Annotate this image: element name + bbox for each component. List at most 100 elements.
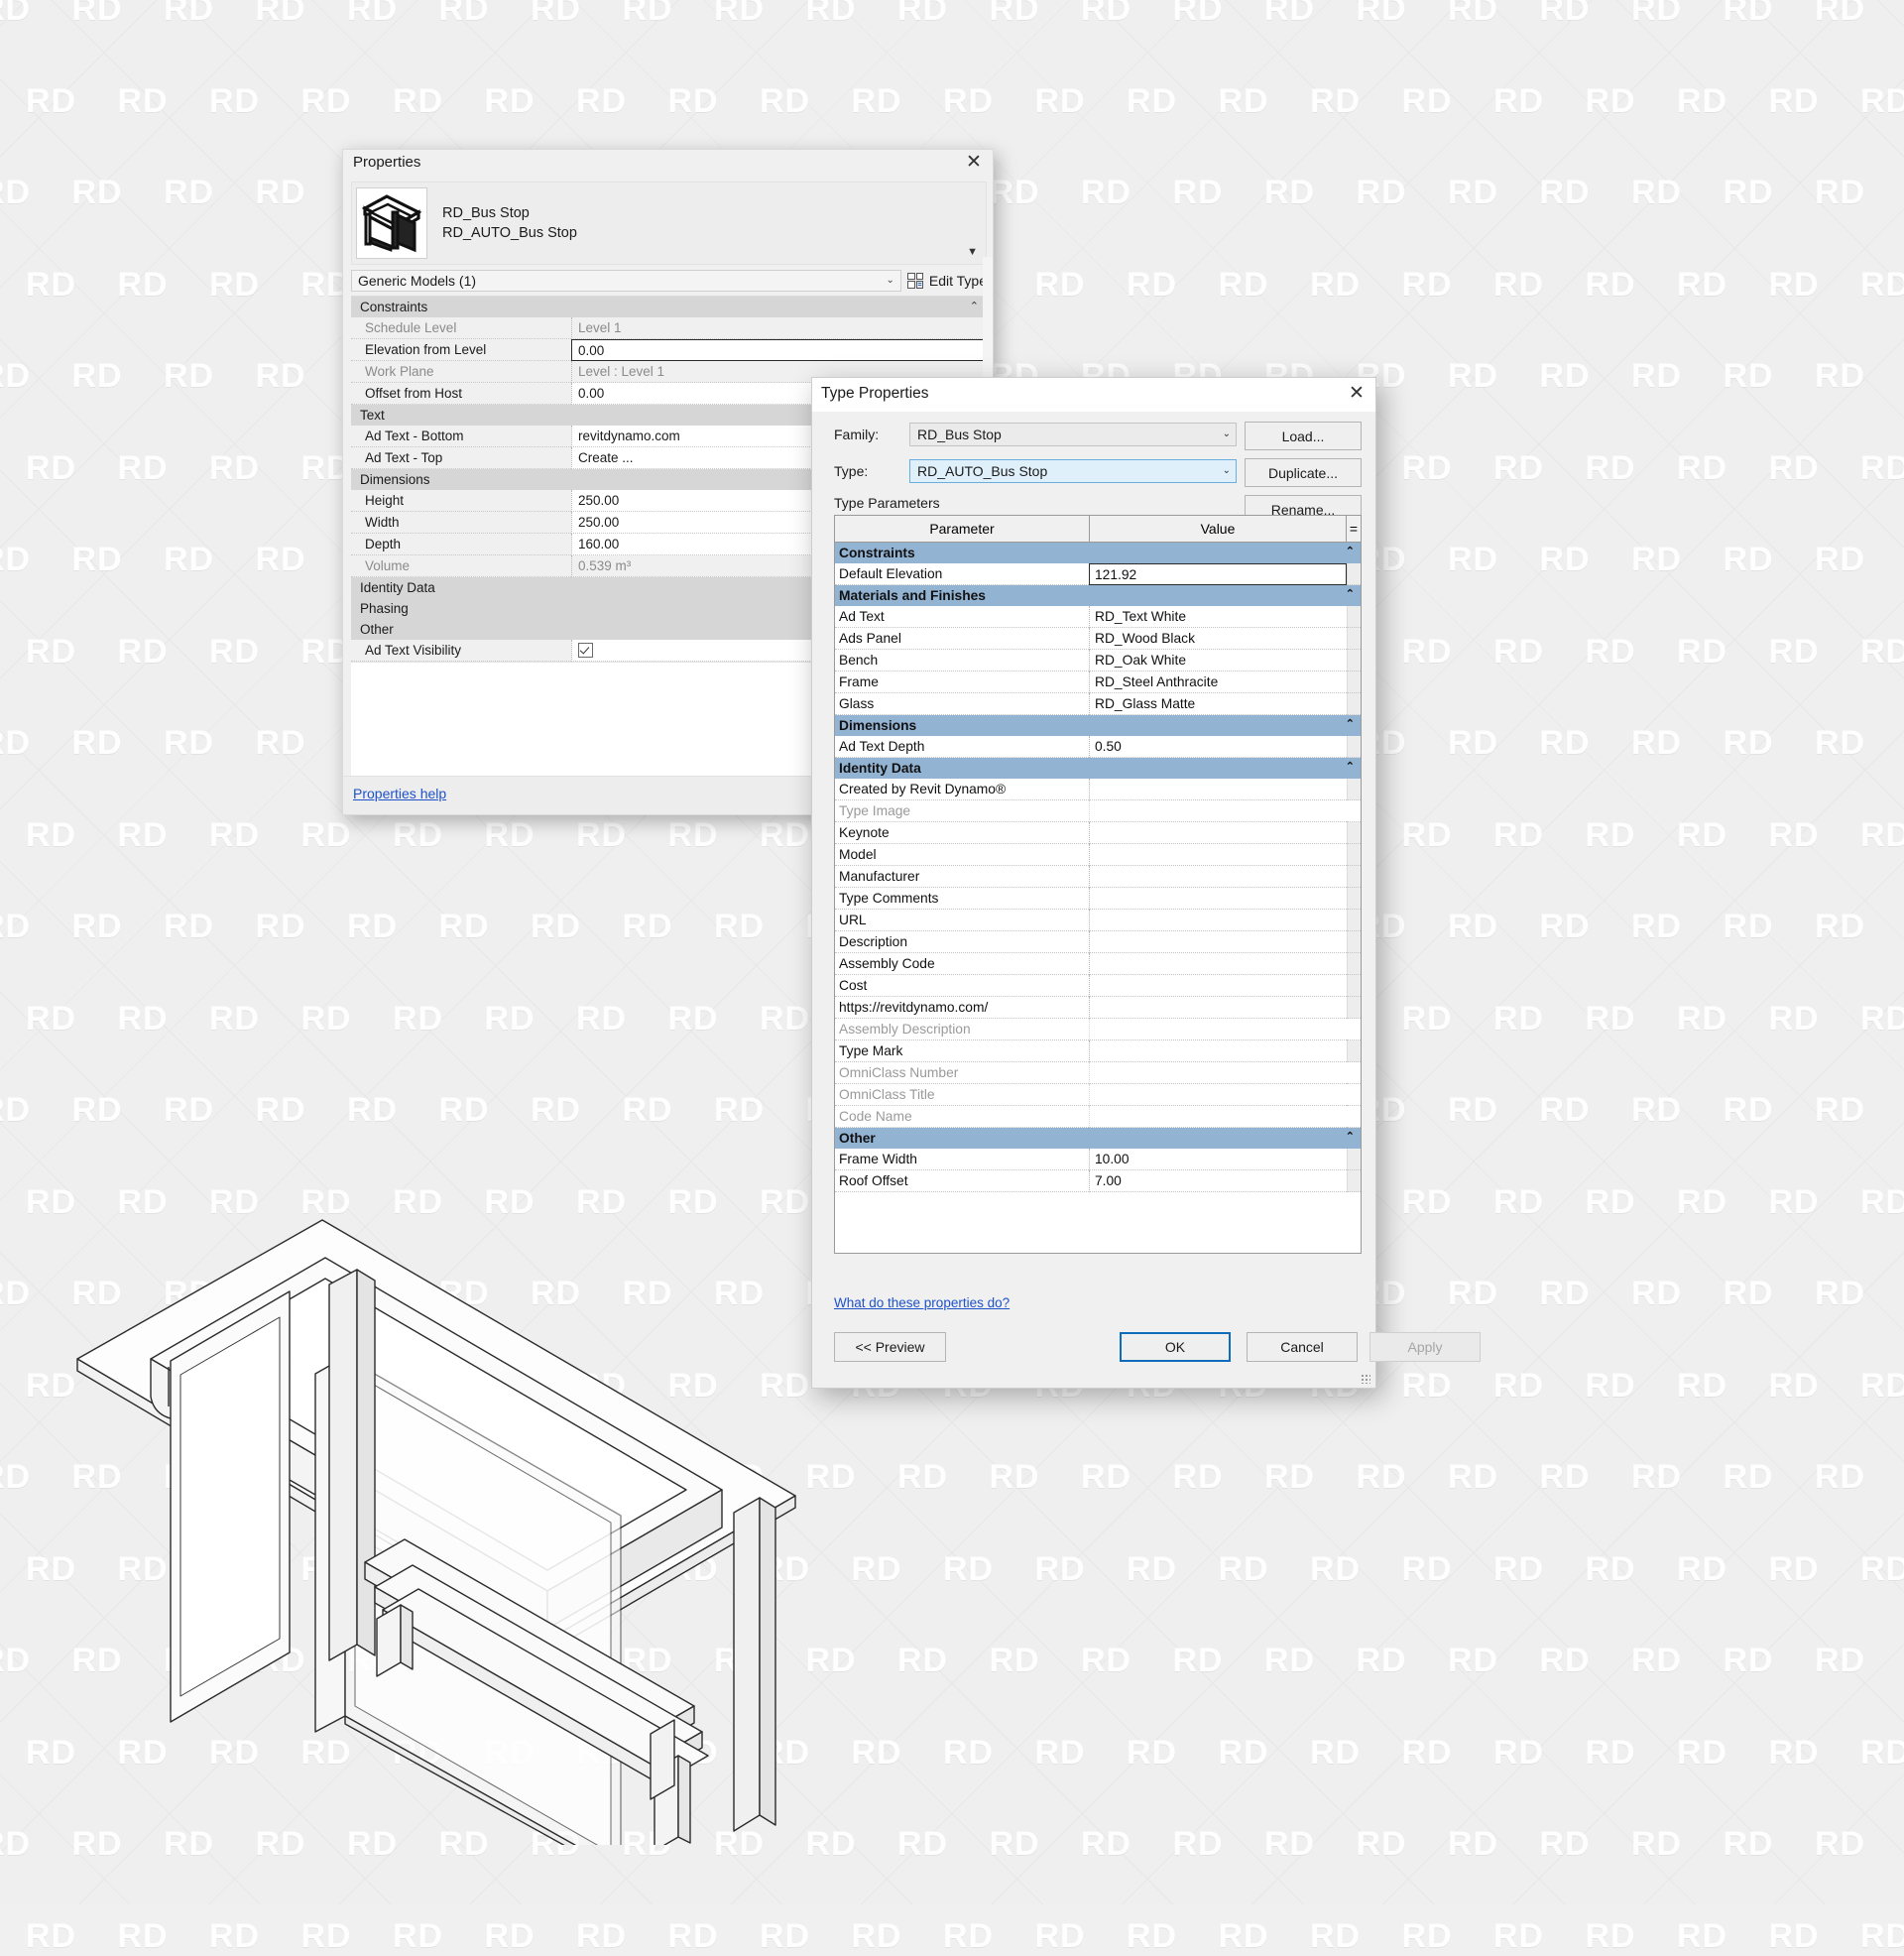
type-parameter-lock-cell[interactable] <box>1347 779 1361 800</box>
resize-grip-icon[interactable] <box>1361 1374 1370 1384</box>
preview-button[interactable]: << Preview <box>834 1332 946 1362</box>
type-parameter-value[interactable] <box>1089 822 1347 844</box>
type-parameter-row[interactable]: Roof Offset 7.00 <box>835 1170 1361 1192</box>
properties-row[interactable]: Elevation from Level 0.00 <box>351 339 987 361</box>
chevron-down-icon[interactable]: ▼ <box>967 246 978 258</box>
type-parameter-lock-cell[interactable] <box>1347 563 1361 585</box>
type-parameter-value[interactable] <box>1089 931 1347 953</box>
type-parameter-lock-cell[interactable] <box>1347 672 1361 693</box>
type-parameter-value[interactable] <box>1089 779 1347 800</box>
type-parameter-row[interactable]: Glass RD_Glass Matte <box>835 693 1361 715</box>
parameter-value-cell[interactable]: 0.00 <box>571 339 987 361</box>
type-parameter-lock-cell[interactable] <box>1347 628 1361 650</box>
type-parameter-lock-cell[interactable] <box>1347 606 1361 628</box>
type-parameter-row[interactable]: Manufacturer <box>835 866 1361 888</box>
edit-type-button[interactable]: Edit Type <box>906 273 987 289</box>
type-parameter-row[interactable]: Type Image <box>835 800 1361 822</box>
close-icon[interactable]: ✕ <box>963 153 985 175</box>
type-parameter-lock-cell[interactable] <box>1347 1106 1361 1128</box>
load-button[interactable]: Load... <box>1245 422 1362 450</box>
type-parameter-value[interactable]: 121.92 <box>1089 563 1347 585</box>
chevron-down-icon[interactable]: ⌄ <box>1223 465 1231 476</box>
properties-row[interactable]: Schedule Level Level 1 <box>351 317 987 339</box>
type-parameter-lock-cell[interactable] <box>1347 800 1361 822</box>
type-parameter-value[interactable] <box>1089 1040 1347 1062</box>
type-parameter-lock-cell[interactable] <box>1347 1019 1361 1040</box>
chevron-down-icon[interactable]: ⌄ <box>1223 428 1231 439</box>
type-parameter-row[interactable]: Model <box>835 844 1361 866</box>
type-parameter-section-header[interactable]: Constraints ⌃ <box>835 543 1361 563</box>
type-parameter-row[interactable]: Bench RD_Oak White <box>835 650 1361 672</box>
type-parameter-lock-cell[interactable] <box>1347 953 1361 975</box>
type-parameter-row[interactable]: Ads Panel RD_Wood Black <box>835 628 1361 650</box>
type-parameter-value[interactable]: RD_Steel Anthracite <box>1089 672 1347 693</box>
properties-help-link[interactable]: Properties help <box>353 786 446 801</box>
type-parameter-lock-cell[interactable] <box>1347 736 1361 758</box>
type-parameter-lock-cell[interactable] <box>1347 1170 1361 1192</box>
type-parameter-lock-cell[interactable] <box>1347 1040 1361 1062</box>
type-parameter-value[interactable] <box>1089 866 1347 888</box>
family-combobox[interactable]: RD_Bus Stop ⌄ <box>909 423 1237 446</box>
type-parameter-lock-cell[interactable] <box>1347 693 1361 715</box>
chevron-up-icon[interactable]: ⌃ <box>1346 717 1355 730</box>
type-parameter-row[interactable]: Type Comments <box>835 888 1361 910</box>
type-parameter-value[interactable] <box>1089 1084 1347 1106</box>
type-parameter-row[interactable]: OmniClass Number <box>835 1062 1361 1084</box>
type-parameter-value[interactable] <box>1089 975 1347 997</box>
type-parameter-value[interactable] <box>1089 910 1347 931</box>
ok-button[interactable]: OK <box>1120 1332 1231 1362</box>
type-parameter-lock-cell[interactable] <box>1347 822 1361 844</box>
type-parameter-row[interactable]: URL <box>835 910 1361 931</box>
type-parameter-lock-cell[interactable] <box>1347 844 1361 866</box>
type-parameter-value[interactable] <box>1089 800 1347 822</box>
type-parameter-row[interactable]: https://revitdynamo.com/ <box>835 997 1361 1019</box>
type-parameter-value[interactable]: RD_Text White <box>1089 606 1347 628</box>
type-parameter-section-header[interactable]: Dimensions ⌃ <box>835 715 1361 736</box>
type-parameter-lock-cell[interactable] <box>1347 866 1361 888</box>
chevron-up-icon[interactable]: ⌃ <box>1346 1130 1355 1143</box>
duplicate-button[interactable]: Duplicate... <box>1245 458 1362 487</box>
parameter-value-cell[interactable]: Level 1 <box>571 317 987 339</box>
type-parameter-lock-cell[interactable] <box>1347 975 1361 997</box>
type-parameter-row[interactable]: Default Elevation 121.92 <box>835 563 1361 585</box>
chevron-up-icon[interactable]: ⌃ <box>970 300 979 312</box>
type-parameter-section-header[interactable]: Other ⌃ <box>835 1128 1361 1149</box>
type-parameter-row[interactable]: Keynote <box>835 822 1361 844</box>
close-icon[interactable]: ✕ <box>1345 383 1368 405</box>
type-parameter-row[interactable]: Type Mark <box>835 1040 1361 1062</box>
type-parameter-value[interactable]: RD_Oak White <box>1089 650 1347 672</box>
type-parameter-value[interactable]: 10.00 <box>1089 1149 1347 1170</box>
type-parameter-value[interactable]: RD_Glass Matte <box>1089 693 1347 715</box>
type-parameter-value[interactable]: 7.00 <box>1089 1170 1347 1192</box>
type-parameter-row[interactable]: Description <box>835 931 1361 953</box>
chevron-up-icon[interactable]: ⌃ <box>1346 545 1355 557</box>
type-parameter-lock-cell[interactable] <box>1347 1062 1361 1084</box>
chevron-up-icon[interactable]: ⌃ <box>1346 760 1355 773</box>
type-parameter-value[interactable] <box>1089 1019 1347 1040</box>
properties-type-selector-box[interactable]: RD_Bus Stop RD_AUTO_Bus Stop ▼ <box>351 182 987 265</box>
type-parameter-value[interactable] <box>1089 844 1347 866</box>
type-parameter-value[interactable] <box>1089 888 1347 910</box>
type-parameter-row[interactable]: OmniClass Title <box>835 1084 1361 1106</box>
type-parameter-row[interactable]: Assembly Code <box>835 953 1361 975</box>
type-parameter-row[interactable]: Ad Text RD_Text White <box>835 606 1361 628</box>
type-parameter-lock-cell[interactable] <box>1347 1084 1361 1106</box>
type-combobox[interactable]: RD_AUTO_Bus Stop ⌄ <box>909 459 1237 483</box>
type-parameter-lock-cell[interactable] <box>1347 1149 1361 1170</box>
chevron-up-icon[interactable]: ⌃ <box>1346 587 1355 600</box>
type-properties-help-link[interactable]: What do these properties do? <box>834 1295 1010 1310</box>
ad-text-visibility-checkbox[interactable] <box>578 643 593 658</box>
cancel-button[interactable]: Cancel <box>1247 1332 1358 1362</box>
type-parameter-row[interactable]: Ad Text Depth 0.50 <box>835 736 1361 758</box>
type-parameter-section-header[interactable]: Materials and Finishes ⌃ <box>835 585 1361 606</box>
type-parameter-value[interactable] <box>1089 953 1347 975</box>
type-parameter-value[interactable] <box>1089 997 1347 1019</box>
type-parameter-row[interactable]: Assembly Description <box>835 1019 1361 1040</box>
type-parameter-value[interactable]: RD_Wood Black <box>1089 628 1347 650</box>
type-parameter-lock-cell[interactable] <box>1347 888 1361 910</box>
type-parameter-row[interactable]: Cost <box>835 975 1361 997</box>
type-parameter-section-header[interactable]: Identity Data ⌃ <box>835 758 1361 779</box>
type-parameter-value[interactable] <box>1089 1106 1347 1128</box>
type-parameter-value[interactable]: 0.50 <box>1089 736 1347 758</box>
type-parameter-lock-cell[interactable] <box>1347 910 1361 931</box>
